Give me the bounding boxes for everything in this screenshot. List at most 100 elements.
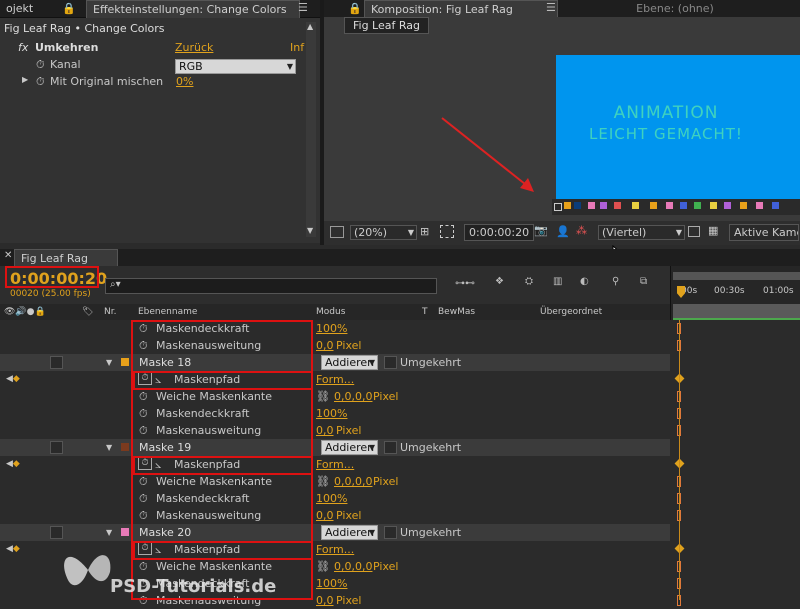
region-of-interest-icon[interactable] [440, 225, 454, 238]
keyframe-nav-icon[interactable]: ◀◆ [6, 371, 20, 388]
column-parent[interactable]: Übergeordnet [540, 304, 602, 320]
mask-vertex[interactable] [600, 202, 607, 209]
mask-property-row[interactable]: ⏱ Maskenausweitung 0,0 Pixel [0, 422, 670, 439]
mask-vertex[interactable] [632, 202, 639, 209]
solo-switch[interactable] [50, 356, 63, 369]
mask-path-value[interactable]: Form... [316, 541, 354, 558]
close-icon[interactable]: ✕ [4, 250, 12, 261]
property-value[interactable]: 0,0,0,0 [334, 388, 372, 405]
frame-blending-icon[interactable]: ▥ [553, 276, 562, 287]
layer-duration-bar[interactable] [673, 304, 800, 320]
channel-icon[interactable]: ⁂ [576, 224, 587, 237]
graph-editor-icon[interactable]: ⧉ [640, 276, 647, 287]
transparency-grid-icon[interactable]: ▦ [708, 224, 718, 237]
mask-vertex[interactable] [756, 202, 763, 209]
channel-dropdown[interactable]: RGB ▼ [175, 59, 296, 74]
stopwatch-icon[interactable]: ⏱ [36, 75, 45, 89]
invert-checkbox[interactable] [384, 356, 397, 369]
mask-row[interactable]: ▼ Maske 19 Addieren ▼ Umgekehrt [0, 439, 670, 456]
label-icon[interactable]: 🏷 [82, 304, 93, 320]
mask-vertex[interactable] [574, 202, 581, 209]
mask-path-value[interactable]: Form... [316, 371, 354, 388]
scroll-down-icon[interactable]: ▼ [307, 226, 313, 235]
property-value[interactable]: 0,0 [316, 507, 334, 524]
mask-mode-dropdown[interactable]: Addieren ▼ [321, 440, 378, 455]
property-value[interactable]: 0,0,0,0 [334, 473, 372, 490]
mask-vertex[interactable] [740, 202, 747, 209]
mask-vertex[interactable] [710, 202, 717, 209]
mask-vertex[interactable] [680, 202, 687, 209]
solo-switch[interactable] [50, 526, 63, 539]
link-icon[interactable]: ⛓ [316, 473, 330, 490]
link-icon[interactable]: ⛓ [316, 388, 330, 405]
zoom-dropdown[interactable]: (20%) ▼ [350, 225, 417, 240]
keyframe-nav-icon[interactable]: ◀◆ [6, 456, 20, 473]
time-ruler[interactable]: 00s 00:30s 01:00s [670, 266, 800, 320]
scrollbar[interactable]: ▲ ▼ [306, 22, 316, 237]
scroll-up-icon[interactable]: ▲ [307, 22, 313, 31]
mask-property-row[interactable]: ⏱ Maskendeckkraft 100% [0, 490, 670, 507]
property-value[interactable]: 0,0,0,0 [334, 558, 372, 575]
mask-color-swatch[interactable] [121, 443, 129, 451]
column-nr[interactable]: Nr. [104, 304, 116, 320]
tab-effect-controls[interactable]: Effekteinstellungen: Change Colors [86, 0, 300, 18]
property-value[interactable]: 100% [316, 490, 347, 507]
mask-mode-dropdown[interactable]: Addieren ▼ [321, 525, 378, 540]
property-value[interactable]: 0,0 [316, 337, 334, 354]
mask-property-row[interactable]: ⏱ Maskendeckkraft 100% [0, 320, 670, 337]
property-value[interactable]: 0,0 [316, 592, 334, 609]
link-icon[interactable]: ⛓ [316, 558, 330, 575]
work-area-bar[interactable] [673, 272, 800, 280]
camera-dropdown[interactable]: Aktive Kamera [729, 224, 799, 241]
mask-vertex[interactable] [724, 202, 731, 209]
panel-menu-icon[interactable]: ☰ [298, 1, 308, 14]
param-value[interactable]: 0% [176, 75, 193, 88]
search-input[interactable]: ⌕▾ [105, 278, 437, 294]
mask-vertex[interactable] [694, 202, 701, 209]
mask-property-row[interactable]: ⏱ Maskenausweitung 0,0 Pixel [0, 507, 670, 524]
mask-property-row[interactable]: ⏱ Weiche Maskenkante ⛓ 0,0,0,0 Pixel [0, 473, 670, 490]
snapshot-icon[interactable]: 📷 [534, 224, 548, 237]
column-t[interactable]: T [422, 304, 428, 320]
grid-icon[interactable]: ⊞ [420, 225, 429, 238]
reset-link[interactable]: Zurück [175, 41, 213, 54]
invert-checkbox[interactable] [384, 441, 397, 454]
mask-row[interactable]: ▼ Maske 18 Addieren ▼ Umgekehrt [0, 354, 670, 371]
mask-vertex[interactable] [588, 202, 595, 209]
current-time-display[interactable]: 0:00:00:20 [464, 224, 535, 241]
lock-icon[interactable]: 🔒 [348, 2, 362, 15]
mask-property-row[interactable]: ⏱ Maskendeckkraft 100% [0, 405, 670, 422]
resolution-dropdown[interactable]: (Viertel) ▼ [598, 225, 685, 240]
tab-timeline[interactable]: Fig Leaf Rag [14, 249, 118, 267]
expand-arrow-icon[interactable]: ▶ [22, 75, 28, 84]
expand-arrow-icon[interactable]: ▼ [106, 524, 112, 541]
expand-arrow-icon[interactable]: ▼ [106, 354, 112, 371]
comp-preview[interactable]: ANIMATION LEICHT GEMACHT! [556, 55, 800, 201]
keyframe-nav-icon[interactable]: ◀◆ [6, 541, 20, 558]
mask-property-row[interactable]: ⏱ Weiche Maskenkante ⛓ 0,0,0,0 Pixel [0, 388, 670, 405]
mask-path-row[interactable]: ◀◆ ⏱ ⦣ Maskenpfad Form... [0, 456, 670, 473]
property-value[interactable]: 100% [316, 405, 347, 422]
mask-color-swatch[interactable] [121, 528, 129, 536]
draft-3d-icon[interactable]: ❖ [495, 276, 504, 287]
stopwatch-icon[interactable]: ⏱ [36, 58, 45, 72]
av-features-icon[interactable]: 👁🔊●🔒 [4, 304, 46, 320]
mask-row[interactable]: ▼ Maske 20 Addieren ▼ Umgekehrt [0, 524, 670, 541]
mask-color-swatch[interactable] [121, 358, 129, 366]
fx-icon[interactable]: fx [18, 41, 28, 54]
comp-subtab[interactable]: Fig Leaf Rag [344, 17, 429, 34]
always-preview-icon[interactable] [330, 226, 344, 238]
expand-arrow-icon[interactable]: ▼ [106, 439, 112, 456]
mask-property-row[interactable]: ⏱ Maskenausweitung 0,0 Pixel [0, 337, 670, 354]
mask-path-row[interactable]: ◀◆ ⏱ ⦣ Maskenpfad Form... [0, 371, 670, 388]
fast-previews-icon[interactable] [688, 226, 700, 237]
solo-switch[interactable] [50, 441, 63, 454]
column-layer-name[interactable]: Ebenenname [138, 304, 197, 320]
mask-vertex[interactable] [650, 202, 657, 209]
mask-vertex[interactable] [666, 202, 673, 209]
mask-path-value[interactable]: Form... [316, 456, 354, 473]
lock-icon[interactable]: 🔒 [62, 2, 76, 15]
tab-layer[interactable]: Ebene: (ohne) [554, 0, 796, 17]
property-value[interactable]: 100% [316, 320, 347, 337]
tab-composition[interactable]: Komposition: Fig Leaf Rag [364, 0, 558, 18]
